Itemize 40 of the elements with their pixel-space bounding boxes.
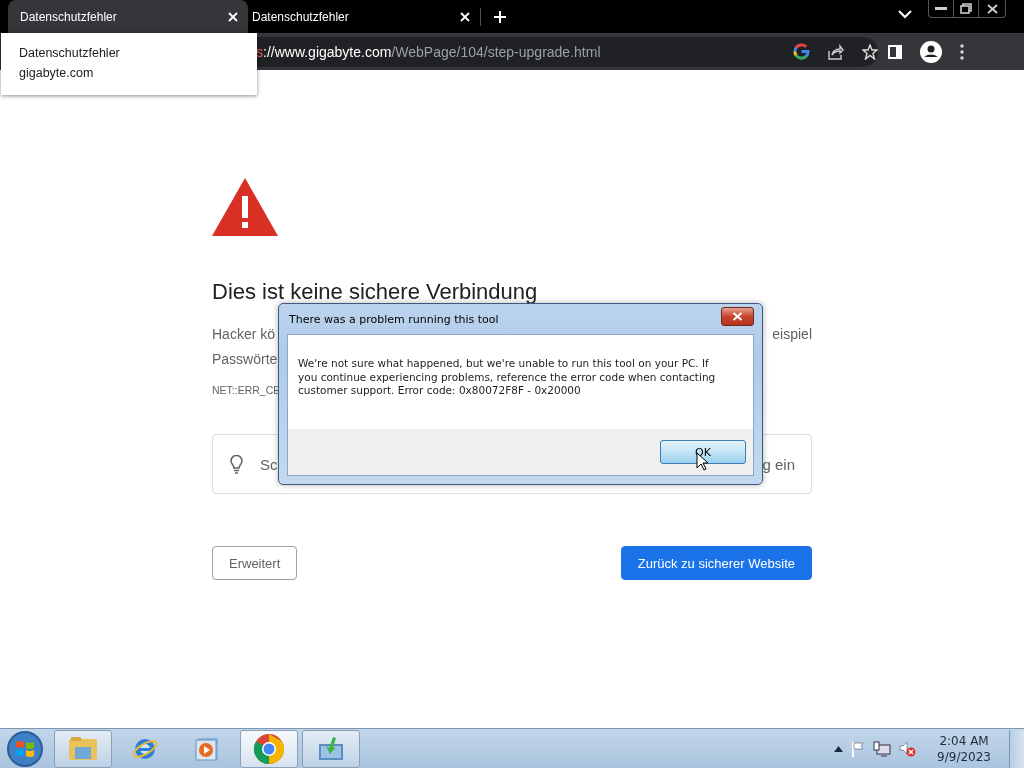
restore-icon[interactable] [960,3,972,14]
menu-icon[interactable] [960,43,964,60]
chevron-up-icon[interactable] [834,745,844,752]
tooltip-domain: gigabyte.com [19,66,95,80]
new-tab-icon[interactable] [493,9,507,24]
google-g-icon[interactable] [793,43,810,60]
clock-date: 9/9/2023 [937,748,991,765]
dialog-message: We're not sure what happened, but we're unable to run this tool on your PC. If you continue experiencing problems, reference the error code when contacting customer support. Error code: 0x80072F8F - 0x20000 [298,357,716,396]
browser-tab[interactable]: Datenschutzfehler [8,0,248,33]
close-icon[interactable] [986,3,998,14]
taskbar-button[interactable] [302,729,360,768]
lightbulb-icon [230,454,243,474]
warning-icon [212,178,278,236]
paragraph-fragment: Passwörte [212,350,278,369]
share-icon[interactable] [828,43,844,60]
error-code: NET::ERR_CE [212,384,281,396]
download-box-icon[interactable] [317,735,345,762]
chrome-icon[interactable] [253,732,285,765]
clock-time: 2:04 AM [939,732,989,749]
suggestion-fragment: Sc [260,455,278,473]
dialog-title: There was a problem running this tool [289,312,499,326]
back-to-safety-button[interactable]: Zurück zu sicherer Website [620,546,812,580]
page-heading: Dies ist keine sichere Verbindung [212,278,539,306]
muted-speaker-icon[interactable] [899,740,918,757]
minimize-icon[interactable] [935,6,947,11]
network-icon[interactable] [873,740,892,757]
suggestion-fragment: g ein [762,455,795,473]
play-icon[interactable] [194,735,220,762]
url-text: s://www.gigabyte.com/WebPage/104/step-upgrade.html [256,43,602,60]
bookmark-star-icon[interactable] [862,43,878,60]
paragraph-fragment: Hacker kö [212,325,276,344]
advanced-button[interactable]: Erweitert [212,546,298,580]
paragraph-fragment: eispiel [772,325,812,344]
tooltip-title: Datenschutzfehler [19,46,121,60]
dialog-close-button[interactable] [721,306,754,326]
start-orb-icon[interactable] [6,729,44,768]
taskbar-button[interactable] [240,729,298,768]
chevron-down-icon[interactable] [898,10,912,19]
side-panel-icon[interactable] [888,44,902,59]
profile-icon[interactable] [920,40,942,63]
